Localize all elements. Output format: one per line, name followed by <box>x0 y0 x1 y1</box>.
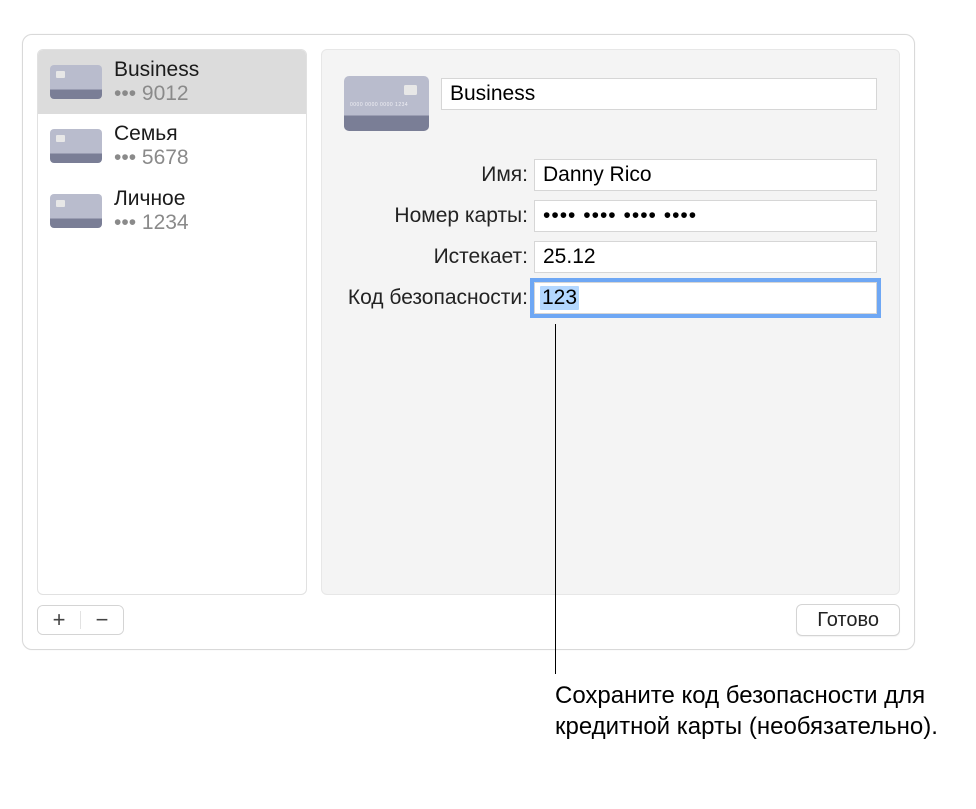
field-label-security: Код безопасности: <box>344 286 528 310</box>
add-remove-group: + − <box>37 605 124 635</box>
callout-text: Сохраните код безопасности для кредитной… <box>555 680 976 742</box>
remove-button[interactable]: − <box>81 606 123 634</box>
card-item-title: Business <box>114 58 199 82</box>
card-item-sub: ••• 1234 <box>114 211 189 235</box>
card-preview-number: 0000 0000 0000 1234 <box>350 102 423 108</box>
card-preview-icon: 0000 0000 0000 1234 <box>344 76 429 131</box>
security-code-input[interactable] <box>534 282 877 314</box>
bottom-bar: + − Готово <box>37 601 900 639</box>
done-button[interactable]: Готово <box>796 604 900 636</box>
card-thumb-icon <box>50 194 102 228</box>
field-row-name: Имя: <box>344 159 877 191</box>
card-item-title: Личное <box>114 187 189 211</box>
field-row-expires: Истекает: <box>344 241 877 273</box>
card-title-input[interactable] <box>441 78 877 110</box>
card-list: Business ••• 9012 Семья ••• 5678 Личное <box>37 49 307 595</box>
field-label-name: Имя: <box>344 163 528 187</box>
field-label-expires: Истекает: <box>344 245 528 269</box>
add-button[interactable]: + <box>38 606 80 634</box>
card-thumb-icon <box>50 65 102 99</box>
content-area: Business ••• 9012 Семья ••• 5678 Личное <box>37 49 900 595</box>
card-item-title: Семья <box>114 122 189 146</box>
card-item-personal[interactable]: Личное ••• 1234 <box>38 179 306 243</box>
card-item-text: Личное ••• 1234 <box>114 187 189 235</box>
name-input[interactable] <box>534 159 877 191</box>
card-detail-pane: 0000 0000 0000 1234 Имя: Номер карты: Ис… <box>321 49 900 595</box>
field-label-number: Номер карты: <box>344 204 528 228</box>
field-group: Имя: Номер карты: Истекает: Код безопасн… <box>344 159 877 314</box>
expiry-input[interactable] <box>534 241 877 273</box>
card-item-family[interactable]: Семья ••• 5678 <box>38 114 306 178</box>
detail-header: 0000 0000 0000 1234 <box>344 76 877 131</box>
card-item-text: Семья ••• 5678 <box>114 122 189 170</box>
field-row-security: Код безопасности: <box>344 282 877 314</box>
card-item-sub: ••• 9012 <box>114 82 199 106</box>
prefs-window: Business ••• 9012 Семья ••• 5678 Личное <box>22 34 915 650</box>
card-number-input[interactable] <box>534 200 877 232</box>
card-item-business[interactable]: Business ••• 9012 <box>38 50 306 114</box>
card-thumb-icon <box>50 129 102 163</box>
callout-line <box>555 324 556 674</box>
field-row-number: Номер карты: <box>344 200 877 232</box>
card-item-sub: ••• 5678 <box>114 146 189 170</box>
card-item-text: Business ••• 9012 <box>114 58 199 106</box>
